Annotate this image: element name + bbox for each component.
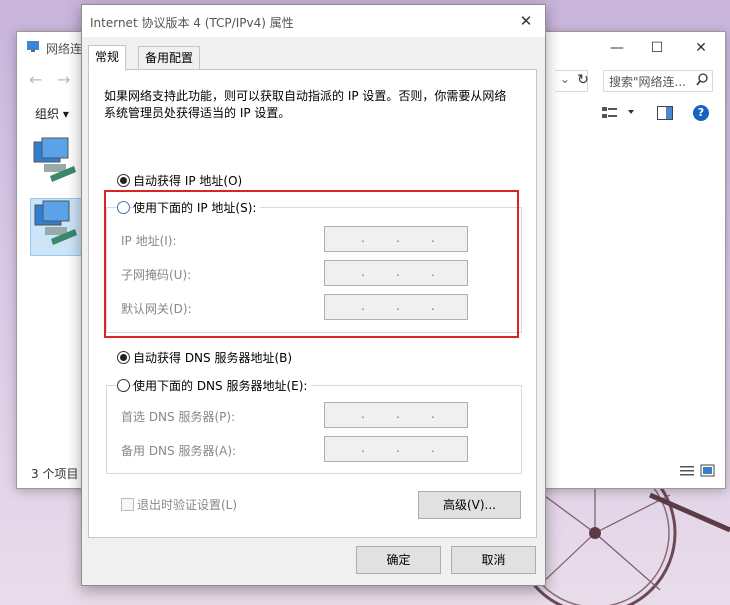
network-adapter-item[interactable] — [30, 136, 82, 192]
dialog-close-icon[interactable]: ✕ — [515, 10, 537, 32]
cancel-button[interactable]: 取消 — [451, 546, 536, 574]
advanced-button[interactable]: 高级(V)... — [418, 491, 521, 519]
minimize-button[interactable]: — — [597, 36, 637, 60]
tab-general[interactable]: 常规 — [88, 45, 127, 71]
forward-arrow-icon[interactable]: → — [57, 70, 70, 89]
back-arrow-icon[interactable]: ← — [29, 70, 42, 89]
explorer-title: 网络连 — [46, 42, 83, 56]
network-folder-icon — [27, 41, 39, 52]
search-icon — [696, 73, 708, 86]
details-view-icon[interactable] — [679, 464, 715, 478]
network-adapter-icon — [34, 200, 77, 245]
organize-menu[interactable]: 组织 ▾ — [35, 105, 69, 122]
network-adapter-icon — [33, 137, 76, 182]
maximize-button[interactable]: ☐ — [637, 36, 677, 60]
tab-alternate-configuration[interactable]: 备用配置 — [138, 46, 201, 69]
alternate-dns-label: 备用 DNS 服务器(A): — [121, 444, 237, 458]
ip-auto-radio[interactable] — [117, 174, 130, 187]
dns-manual-radio[interactable] — [117, 379, 130, 392]
dialog-title: Internet 协议版本 4 (TCP/IPv4) 属性 — [90, 16, 294, 30]
dns-auto-radio[interactable] — [117, 351, 130, 364]
validate-on-exit-label: 退出时验证设置(L) — [137, 498, 238, 512]
close-button[interactable]: ✕ — [681, 36, 721, 60]
help-icon[interactable]: ? — [693, 105, 709, 121]
alternate-dns-field[interactable]: ... — [324, 436, 468, 462]
preview-pane-icon[interactable] — [657, 106, 673, 120]
manual-ip-highlight-box — [104, 190, 519, 338]
change-view-icon[interactable] — [602, 106, 638, 120]
preferred-dns-field[interactable]: ... — [324, 402, 468, 428]
dialog-description: 如果网络支持此功能，则可以获取自动指派的 IP 设置。否则，你需要从网络系统管理… — [104, 89, 507, 120]
search-placeholder: 搜索"网络连... — [609, 75, 686, 89]
ok-button[interactable]: 确定 — [356, 546, 441, 574]
preferred-dns-label: 首选 DNS 服务器(P): — [121, 410, 236, 424]
ipv4-properties-dialog: Internet 协议版本 4 (TCP/IPv4) 属性 ✕ 常规 备用配置 … — [81, 4, 546, 586]
ip-auto-label: 自动获得 IP 地址(O) — [133, 174, 243, 188]
chevron-down-icon: ⌄ — [560, 72, 571, 86]
dns-manual-label: 使用下面的 DNS 服务器地址(E): — [133, 377, 312, 394]
validate-on-exit-checkbox[interactable] — [121, 498, 134, 511]
dns-auto-label: 自动获得 DNS 服务器地址(B) — [133, 351, 293, 365]
search-input[interactable]: 搜索"网络连... — [603, 70, 713, 92]
network-adapter-item-selected[interactable] — [30, 198, 84, 256]
item-count-status: 3 个项目 — [31, 467, 79, 481]
dialog-title-bar: Internet 协议版本 4 (TCP/IPv4) 属性 ✕ — [82, 5, 545, 37]
refresh-icon[interactable]: ↻ — [573, 70, 593, 90]
